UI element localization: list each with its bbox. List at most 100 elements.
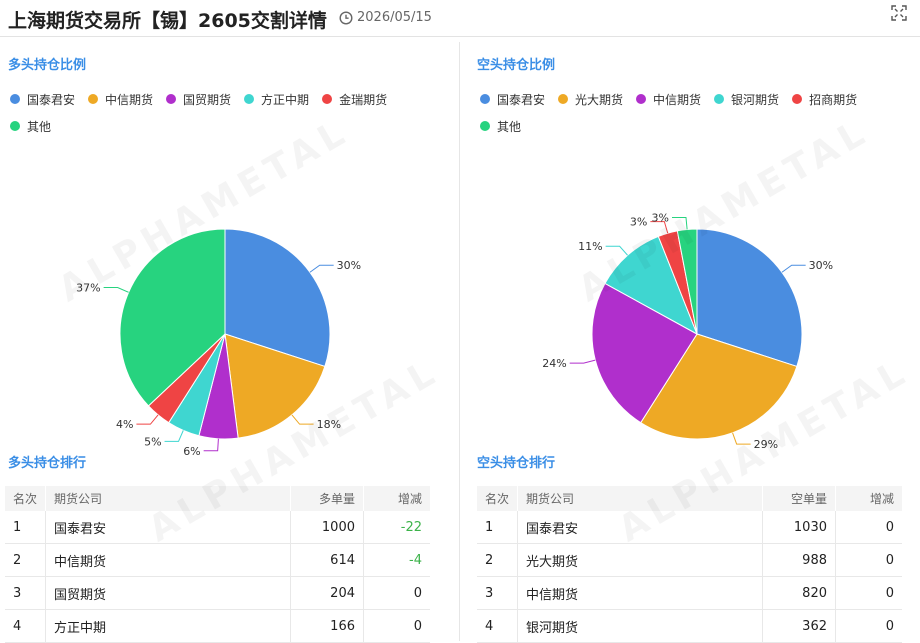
pie-data-label: 3% bbox=[652, 212, 669, 225]
cell-company: 中信期货 bbox=[517, 576, 763, 610]
legend-swatch bbox=[636, 94, 647, 104]
legend-item[interactable]: 国贸期货 bbox=[166, 90, 231, 108]
legend-swatch bbox=[244, 94, 255, 104]
cell-change: 0 bbox=[835, 543, 902, 577]
cell-volume: 1030 bbox=[762, 511, 836, 544]
legend-item[interactable]: 招商期货 bbox=[792, 90, 857, 108]
legend-swatch bbox=[322, 94, 333, 104]
col-rank: 名次 bbox=[477, 486, 518, 511]
pie-data-label: 30% bbox=[809, 259, 833, 272]
long-pie-title: 多头持仓比例 bbox=[8, 58, 87, 73]
col-company: 期货公司 bbox=[45, 486, 291, 511]
legend-item[interactable]: 中信期货 bbox=[636, 90, 701, 108]
cell-change: -22 bbox=[363, 511, 430, 544]
cell-company: 国贸期货 bbox=[45, 576, 291, 610]
cell-company: 国泰君安 bbox=[517, 511, 763, 544]
col-change: 增减 bbox=[363, 486, 430, 511]
cell-change: 0 bbox=[363, 576, 430, 610]
pie-data-label: 6% bbox=[183, 445, 200, 458]
col-change: 增减 bbox=[835, 486, 902, 511]
legend-label: 方正中期 bbox=[261, 92, 310, 107]
page-header: 上海期货交易所【锡】2605交割详情 2026/05/15 bbox=[0, 0, 920, 37]
legend-label: 国泰君安 bbox=[27, 92, 76, 107]
cell-change: 0 bbox=[363, 609, 430, 643]
legend-item[interactable]: 中信期货 bbox=[88, 90, 153, 108]
cell-change: 0 bbox=[835, 576, 902, 610]
cell-company: 中信期货 bbox=[45, 543, 291, 577]
pie-data-label: 37% bbox=[76, 282, 100, 295]
cell-rank: 4 bbox=[5, 609, 46, 643]
label-leader-line bbox=[309, 264, 334, 273]
cell-volume: 820 bbox=[762, 576, 836, 610]
panel-divider bbox=[459, 42, 460, 641]
table-row[interactable]: 2 光大期货 988 0 bbox=[477, 543, 902, 577]
table-row[interactable]: 4 银河期货 362 0 bbox=[477, 609, 902, 643]
label-leader-line bbox=[781, 264, 806, 273]
legend-item[interactable]: 其他 bbox=[480, 117, 521, 135]
label-leader-line bbox=[732, 432, 751, 445]
legend-label: 中信期货 bbox=[653, 92, 702, 107]
cell-volume: 988 bbox=[762, 543, 836, 577]
cell-company: 国泰君安 bbox=[45, 511, 291, 544]
table-row[interactable]: 2 中信期货 614 -4 bbox=[5, 543, 430, 577]
pie-data-label: 18% bbox=[317, 418, 341, 431]
cell-company: 方正中期 bbox=[45, 609, 291, 643]
table-header-row: 名次 期货公司 多单量 增减 bbox=[5, 486, 430, 511]
cell-rank: 3 bbox=[477, 576, 518, 610]
legend-swatch bbox=[480, 94, 490, 104]
table-row[interactable]: 3 中信期货 820 0 bbox=[477, 576, 902, 610]
pie-data-label: 3% bbox=[630, 216, 647, 229]
pie-data-label: 5% bbox=[144, 435, 161, 448]
short-rank-table: 名次 期货公司 空单量 增减 1 国泰君安 1030 0 2 光大期货 988 … bbox=[477, 486, 902, 643]
cell-volume: 614 bbox=[290, 543, 364, 577]
cell-rank: 3 bbox=[5, 576, 46, 610]
long-panel: 多头持仓比例 国泰君安 中信期货 国贸期货 方正中期 金瑞期货 其他 30% 18% 6% 5%… bbox=[0, 36, 459, 643]
short-pie-chart: 30% 29% 24% 11% 3% 3% bbox=[542, 212, 833, 452]
date-display: 2026/05/15 bbox=[339, 10, 432, 25]
pie-data-label: 24% bbox=[542, 357, 566, 370]
legend-item[interactable]: 其他 bbox=[10, 117, 51, 135]
col-company: 期货公司 bbox=[517, 486, 763, 511]
legend-item[interactable]: 国泰君安 bbox=[480, 90, 545, 108]
legend-swatch bbox=[10, 94, 20, 104]
legend-item[interactable]: 国泰君安 bbox=[10, 90, 75, 108]
legend-swatch bbox=[792, 94, 803, 104]
cell-rank: 4 bbox=[477, 609, 518, 643]
date-text: 2026/05/15 bbox=[357, 10, 432, 25]
label-leader-line bbox=[203, 438, 219, 452]
legend-item[interactable]: 光大期货 bbox=[558, 90, 623, 108]
legend-label: 光大期货 bbox=[575, 92, 624, 107]
legend-item[interactable]: 金瑞期货 bbox=[322, 90, 387, 108]
cell-rank: 2 bbox=[477, 543, 518, 577]
label-leader-line bbox=[164, 430, 184, 442]
legend-item[interactable]: 方正中期 bbox=[244, 90, 309, 108]
legend-item[interactable]: 银河期货 bbox=[714, 90, 779, 108]
pie-data-label: 29% bbox=[754, 438, 778, 451]
table-row[interactable]: 1 国泰君安 1030 0 bbox=[477, 511, 902, 544]
cell-rank: 1 bbox=[5, 511, 46, 544]
cell-rank: 2 bbox=[5, 543, 46, 577]
legend-label: 银河期货 bbox=[731, 92, 780, 107]
cell-rank: 1 bbox=[477, 511, 518, 544]
legend-label: 其他 bbox=[497, 119, 522, 134]
legend-swatch bbox=[10, 121, 20, 131]
legend-label: 招商期货 bbox=[809, 92, 858, 107]
table-row[interactable]: 1 国泰君安 1000 -22 bbox=[5, 511, 430, 544]
legend-swatch bbox=[714, 94, 725, 104]
col-volume: 空单量 bbox=[762, 486, 836, 511]
legend-swatch bbox=[88, 94, 99, 104]
legend-label: 金瑞期货 bbox=[339, 92, 388, 107]
short-table-title: 空头持仓排行 bbox=[477, 456, 556, 471]
label-leader-line bbox=[605, 245, 628, 256]
legend-label: 国泰君安 bbox=[497, 92, 546, 107]
cell-volume: 362 bbox=[762, 609, 836, 643]
fullscreen-icon[interactable] bbox=[890, 4, 908, 22]
label-leader-line bbox=[569, 359, 596, 364]
table-row[interactable]: 4 方正中期 166 0 bbox=[5, 609, 430, 643]
col-rank: 名次 bbox=[5, 486, 46, 511]
table-row[interactable]: 3 国贸期货 204 0 bbox=[5, 576, 430, 610]
long-pie-chart: 30% 18% 6% 5% 4% 37% bbox=[76, 228, 361, 458]
cell-change: -4 bbox=[363, 543, 430, 577]
legend-label: 国贸期货 bbox=[183, 92, 232, 107]
clock-icon bbox=[339, 10, 353, 25]
